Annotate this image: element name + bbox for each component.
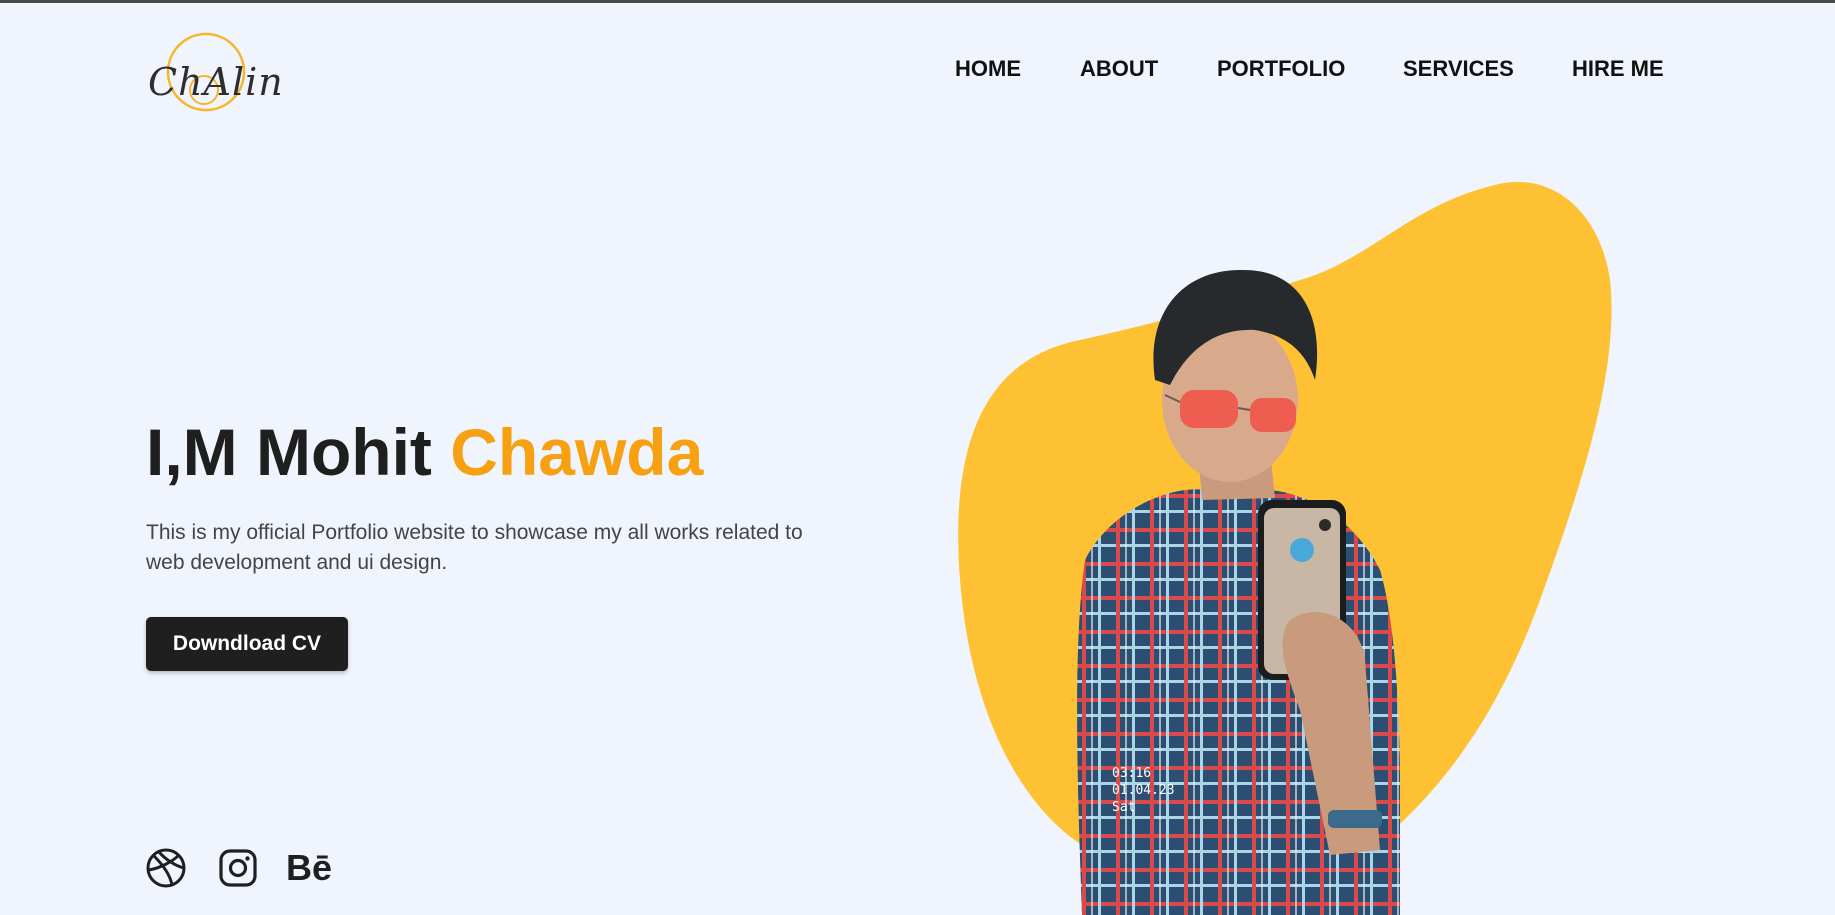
hero-title-accent: Chawda: [450, 415, 704, 489]
download-cv-button[interactable]: Downdload CV: [146, 617, 348, 671]
instagram-link[interactable]: [219, 848, 257, 888]
behance-link[interactable]: Bē: [286, 848, 332, 888]
top-border: [0, 0, 1835, 3]
nav-hire-me[interactable]: HIRE ME: [1572, 56, 1664, 82]
logo[interactable]: ChAlin: [146, 28, 286, 112]
hero-title-prefix: I,M Mohit: [146, 415, 451, 489]
nav-about[interactable]: ABOUT: [1080, 56, 1158, 82]
nav-services[interactable]: SERVICES: [1403, 56, 1514, 82]
photo-time: 03:16: [1112, 766, 1151, 781]
hero-image: 03:16 01.04.23 Sat: [940, 150, 1640, 915]
hero-description: This is my official Portfolio website to…: [146, 521, 803, 574]
dribbble-icon: [146, 848, 186, 888]
photo-day: Sat: [1112, 800, 1135, 815]
nav-portfolio[interactable]: PORTFOLIO: [1217, 56, 1345, 82]
photo-date: 01.04.23: [1112, 783, 1175, 798]
hero-title: I,M Mohit Chawda: [146, 412, 703, 492]
behance-icon: Bē: [286, 847, 333, 888]
nav-home[interactable]: HOME: [955, 56, 1021, 82]
dribbble-link[interactable]: [146, 848, 186, 888]
logo-text: ChAlin: [148, 60, 284, 104]
instagram-icon: [219, 849, 257, 887]
